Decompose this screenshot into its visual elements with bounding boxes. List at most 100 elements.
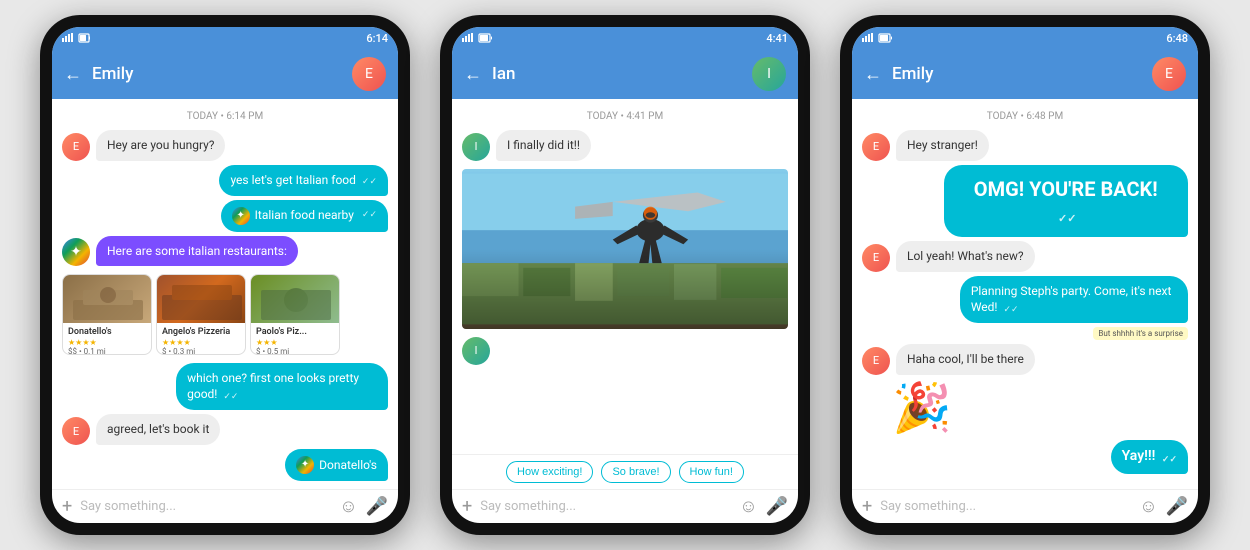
restaurant-img-1 bbox=[63, 275, 151, 323]
msg-row: yes let's get Italian food ✓✓ bbox=[62, 165, 388, 196]
restaurant-img-3 bbox=[251, 275, 339, 323]
quick-reply-fun[interactable]: How fun! bbox=[679, 461, 744, 483]
assistant-icon: ✦ bbox=[62, 238, 90, 266]
check-mark: ✓✓ bbox=[362, 177, 377, 187]
status-icons-3 bbox=[862, 33, 892, 43]
status-icons-2 bbox=[462, 33, 492, 43]
emoji-button-3[interactable]: ☺ bbox=[1139, 496, 1157, 517]
phone-1: 6:14 ← Emily E TODAY • 6:14 PM E Hey are… bbox=[40, 15, 410, 535]
bubble-omg: OMG! YOU'RE BACK! ✓✓ bbox=[944, 165, 1189, 237]
input-bar-2: + Say something... ☺ 🎤 bbox=[452, 489, 798, 523]
add-button-1[interactable]: + bbox=[62, 496, 72, 517]
phone-2: 4:41 ← Ian I TODAY • 4:41 PM I I finally… bbox=[440, 15, 810, 535]
restaurant-info-1: Donatello's ★★★★ $$ • 0.1 mi Italian bbox=[63, 323, 151, 354]
status-time-2: 4:41 bbox=[766, 32, 788, 45]
bubble-lol: Lol yeah! What's new? bbox=[896, 241, 1035, 272]
bubble-agreed: agreed, let's book it bbox=[96, 414, 220, 445]
restaurant-img-2 bbox=[157, 275, 245, 323]
msg-row-confetti: 🎉 bbox=[862, 379, 1188, 436]
chat-header-1: ← Emily E bbox=[52, 49, 398, 99]
quick-reply-brave[interactable]: So brave! bbox=[601, 461, 670, 483]
photo-overlay bbox=[462, 249, 788, 329]
messages-area-1[interactable]: TODAY • 6:14 PM E Hey are you hungry? ye… bbox=[52, 99, 398, 489]
mic-button-3[interactable]: 🎤 bbox=[1166, 496, 1188, 517]
msg-row: ✦ Italian food nearby ✓✓ bbox=[62, 200, 388, 232]
chat-header-3: ← Emily E bbox=[852, 49, 1198, 99]
restaurant-info-3: Paolo's Piz... ★★★ $ • 0.5 mi Italian bbox=[251, 323, 339, 354]
bubble-outgoing: yes let's get Italian food ✓✓ bbox=[219, 165, 388, 196]
restaurant-meta-1: $$ • 0.1 mi bbox=[68, 347, 146, 354]
msg-row: which one? first one looks pretty good! … bbox=[62, 363, 388, 411]
msg-row: E Hey stranger! bbox=[862, 130, 1188, 161]
msg-row-surprise: But shhhh it's a surprise bbox=[862, 327, 1188, 340]
check-mark: ✓✓ bbox=[1162, 455, 1177, 465]
restaurant-meta-2: $ • 0.3 mi bbox=[162, 347, 240, 354]
party-icon: 🎉 bbox=[872, 379, 952, 436]
msg-row: E Haha cool, I'll be there bbox=[862, 344, 1188, 375]
restaurant-stars-2: ★★★★ bbox=[162, 338, 240, 347]
back-button-3[interactable]: ← bbox=[864, 64, 882, 85]
messages-area-3[interactable]: TODAY • 6:48 PM E Hey stranger! OMG! YOU… bbox=[852, 99, 1198, 489]
avatar-ian-small-2: I bbox=[462, 337, 490, 365]
msg-row: E Hey are you hungry? bbox=[62, 130, 388, 161]
bubble-assistant: Here are some italian restaurants: bbox=[96, 236, 298, 267]
back-button-2[interactable]: ← bbox=[464, 64, 482, 85]
input-bar-1: + Say something... ☺ 🎤 bbox=[52, 489, 398, 523]
avatar-emily-small-4: E bbox=[862, 244, 890, 272]
restaurant-card-1[interactable]: Donatello's ★★★★ $$ • 0.1 mi Italian bbox=[62, 274, 152, 354]
assistant-icon-small: ✦ bbox=[232, 207, 250, 225]
back-button-1[interactable]: ← bbox=[64, 64, 82, 85]
date-label-3: TODAY • 6:48 PM bbox=[862, 111, 1188, 122]
restaurant-name-1: Donatello's bbox=[68, 327, 146, 338]
restaurant-name-2: Angelo's Pizzeria bbox=[162, 327, 240, 338]
bubble-finally: I finally did it!! bbox=[496, 130, 591, 161]
avatar-emily-small-3: E bbox=[862, 133, 890, 161]
messages-area-2[interactable]: TODAY • 4:41 PM I I finally did it!! bbox=[452, 99, 798, 454]
input-placeholder-3[interactable]: Say something... bbox=[880, 499, 1131, 514]
emoji-button-2[interactable]: ☺ bbox=[739, 496, 757, 517]
input-placeholder-2[interactable]: Say something... bbox=[480, 499, 731, 514]
input-placeholder-1[interactable]: Say something... bbox=[80, 499, 331, 514]
quick-reply-bar: How exciting! So brave! How fun! bbox=[452, 454, 798, 489]
emoji-button-1[interactable]: ☺ bbox=[339, 496, 357, 517]
chat-name-1: Emily bbox=[92, 64, 342, 84]
bubble-yay: Yay!!! ✓✓ bbox=[1111, 440, 1188, 474]
bubble-assistant-suggest: ✦ Italian food nearby ✓✓ bbox=[221, 200, 388, 232]
restaurant-stars-3: ★★★ bbox=[256, 338, 334, 347]
check-mark: ✓✓ bbox=[223, 392, 238, 402]
check-mark: ✓✓ bbox=[1058, 212, 1076, 225]
avatar-emily-small-5: E bbox=[862, 347, 890, 375]
status-bar-1: 6:14 bbox=[52, 27, 398, 49]
bubble-haha: Haha cool, I'll be there bbox=[896, 344, 1035, 375]
date-label-2: TODAY • 4:41 PM bbox=[462, 111, 788, 122]
avatar-emily-1: E bbox=[352, 57, 386, 91]
restaurant-info-2: Angelo's Pizzeria ★★★★ $ • 0.3 mi Italia… bbox=[157, 323, 245, 354]
add-button-3[interactable]: + bbox=[862, 496, 872, 517]
date-label-1: TODAY • 6:14 PM bbox=[62, 111, 388, 122]
avatar-emily-3: E bbox=[1152, 57, 1186, 91]
msg-row: E agreed, let's book it bbox=[62, 414, 388, 445]
skydive-photo bbox=[462, 169, 788, 329]
add-button-2[interactable]: + bbox=[462, 496, 472, 517]
avatar-incoming: E bbox=[62, 133, 90, 161]
mic-button-2[interactable]: 🎤 bbox=[766, 496, 788, 517]
restaurant-card-2[interactable]: Angelo's Pizzeria ★★★★ $ • 0.3 mi Italia… bbox=[156, 274, 246, 354]
quick-reply-exciting[interactable]: How exciting! bbox=[506, 461, 593, 483]
avatar-ian: I bbox=[752, 57, 786, 91]
bubble-planning: Planning Steph's party. Come, it's next … bbox=[960, 276, 1188, 324]
msg-row: Planning Steph's party. Come, it's next … bbox=[862, 276, 1188, 324]
status-bar-2: 4:41 bbox=[452, 27, 798, 49]
restaurant-card-3[interactable]: Paolo's Piz... ★★★ $ • 0.5 mi Italian bbox=[250, 274, 340, 354]
msg-row-assistant: ✦ Here are some italian restaurants: bbox=[62, 236, 388, 267]
chat-header-2: ← Ian I bbox=[452, 49, 798, 99]
surprise-note: But shhhh it's a surprise bbox=[1093, 327, 1188, 340]
restaurant-meta-3: $ • 0.5 mi bbox=[256, 347, 334, 354]
chat-name-3: Emily bbox=[892, 64, 1142, 84]
assistant-icon-small-2: ✦ bbox=[296, 456, 314, 474]
input-bar-3: + Say something... ☺ 🎤 bbox=[852, 489, 1198, 523]
restaurant-stars-1: ★★★★ bbox=[68, 338, 146, 347]
avatar-incoming-2: E bbox=[62, 417, 90, 445]
restaurant-cards[interactable]: Donatello's ★★★★ $$ • 0.1 mi Italian Ang… bbox=[62, 274, 388, 354]
mic-button-1[interactable]: 🎤 bbox=[366, 496, 388, 517]
restaurant-name-3: Paolo's Piz... bbox=[256, 327, 334, 338]
